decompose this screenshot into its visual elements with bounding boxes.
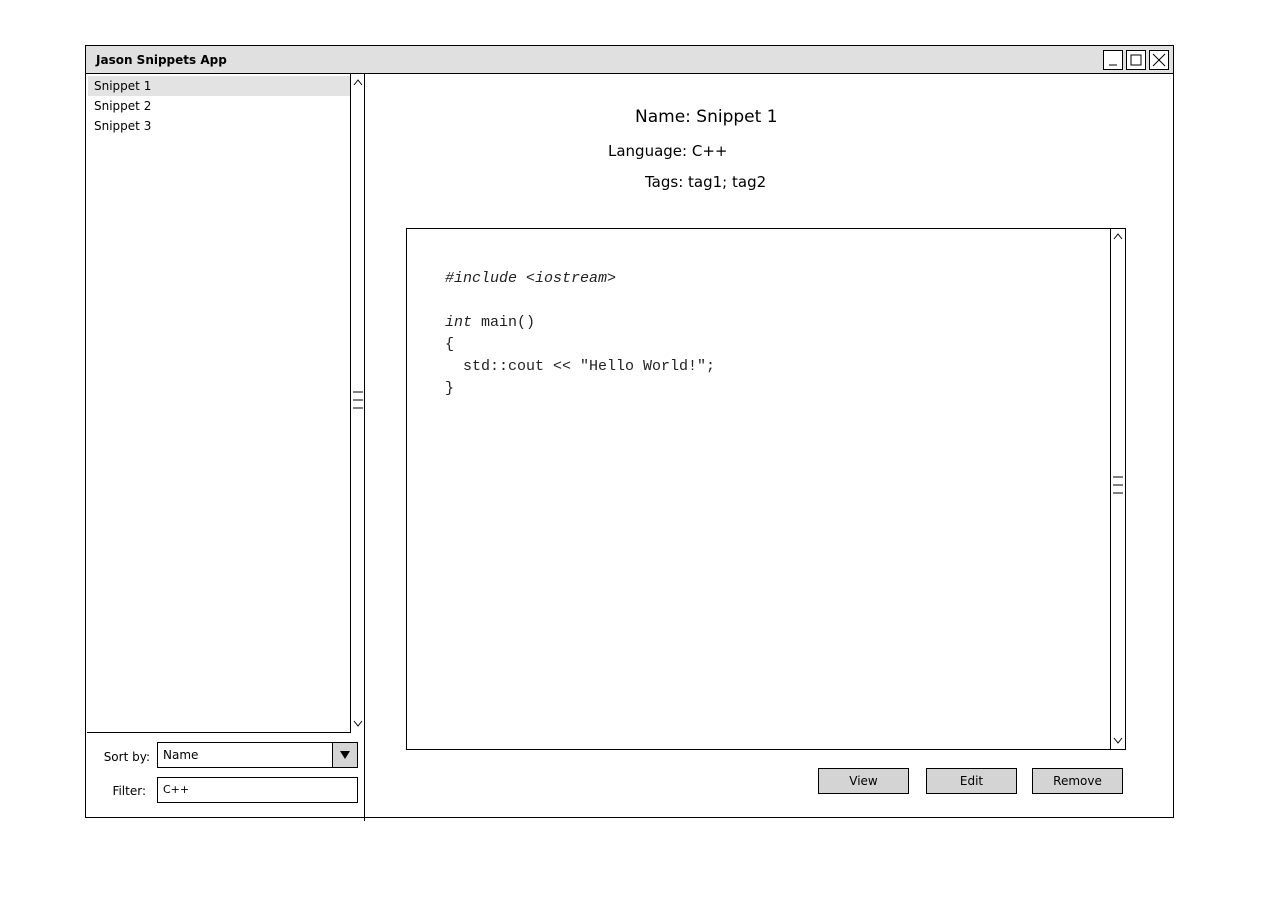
name-row: Name: Snippet 1: [635, 107, 778, 127]
name-value: Snippet 1: [696, 107, 778, 127]
sort-dropdown-toggle[interactable]: [332, 743, 357, 767]
tags-label: Tags:: [645, 173, 684, 191]
snippet-list: Snippet 1 Snippet 2 Snippet 3: [87, 74, 351, 733]
sort-dropdown[interactable]: Name: [157, 742, 358, 768]
code-line-include: #include <iostream>: [445, 270, 616, 287]
code-line-open-brace: {: [445, 336, 455, 353]
list-item-snippet-1[interactable]: Snippet 1: [88, 76, 350, 96]
minimize-icon: [1109, 64, 1117, 66]
code-line-close-brace: }: [445, 380, 455, 397]
code-line-main: int main(): [445, 314, 535, 331]
scroll-grip-icon[interactable]: [1113, 475, 1123, 499]
close-button[interactable]: [1149, 50, 1169, 70]
scroll-up-icon[interactable]: [1113, 232, 1123, 240]
language-value: C++: [691, 142, 728, 160]
list-item-snippet-2[interactable]: Snippet 2: [88, 96, 350, 116]
dropdown-arrow-icon: [340, 751, 350, 759]
edit-button[interactable]: Edit: [926, 768, 1017, 794]
minimize-button[interactable]: [1103, 50, 1123, 70]
tags-row: Tags: tag1; tag2: [645, 173, 766, 191]
scroll-grip-icon[interactable]: [353, 390, 363, 414]
code-text: <iostream>: [517, 270, 617, 287]
title-bar: Jason Snippets App: [86, 46, 1173, 74]
language-row: Language: C++: [608, 142, 728, 160]
code-editor-scrollbar[interactable]: [1110, 229, 1125, 749]
maximize-button[interactable]: [1126, 50, 1146, 70]
tags-value: tag1; tag2: [688, 173, 767, 191]
maximize-icon: [1130, 54, 1142, 66]
filter-input[interactable]: C++: [157, 777, 358, 803]
view-button[interactable]: View: [818, 768, 909, 794]
code-keyword: int: [445, 314, 473, 331]
language-label: Language:: [608, 142, 688, 160]
code-line-body: std::cout << "Hello World!";: [445, 358, 716, 375]
code-keyword: #include: [445, 270, 518, 287]
scroll-down-icon[interactable]: [1113, 737, 1123, 745]
panel-divider: [364, 733, 365, 821]
name-label: Name:: [635, 107, 691, 127]
app-window: Jason Snippets App Snippet 1 Snippet 2 S…: [85, 45, 1174, 821]
scroll-down-icon[interactable]: [353, 720, 363, 728]
remove-button[interactable]: Remove: [1032, 768, 1123, 794]
scroll-up-icon[interactable]: [353, 78, 363, 86]
sort-label: Sort by:: [103, 750, 150, 764]
close-icon: [1152, 53, 1166, 67]
code-text: main(): [472, 314, 536, 331]
filter-label: Filter:: [112, 784, 146, 798]
code-editor[interactable]: #include <iostream> int main() { std::co…: [406, 228, 1126, 750]
list-item-snippet-3[interactable]: Snippet 3: [88, 116, 350, 136]
snippet-list-scrollbar[interactable]: [351, 74, 365, 733]
sort-selected-value: Name: [163, 748, 199, 762]
window-title: Jason Snippets App: [96, 53, 227, 67]
